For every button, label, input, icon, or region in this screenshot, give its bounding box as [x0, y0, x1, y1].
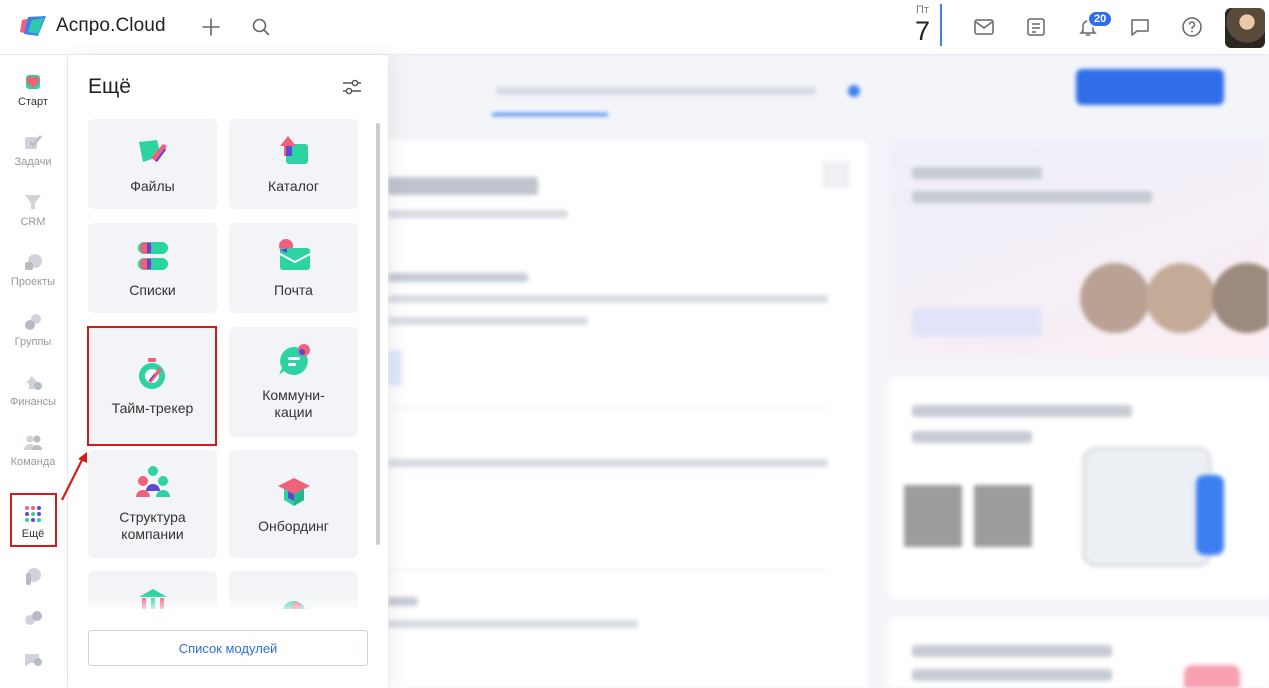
module-tile-lists[interactable]: Списки — [88, 223, 217, 313]
module-tile-files[interactable]: Файлы — [88, 119, 217, 209]
search-icon[interactable] — [248, 14, 274, 40]
sidebar-item-tasks[interactable]: Задачи — [0, 127, 66, 183]
sidebar-item-start[interactable]: Старт — [0, 67, 66, 123]
sidebar-item-label: Группы — [14, 336, 52, 348]
tile-label: Списки — [129, 281, 176, 298]
groups-icon — [25, 314, 41, 330]
avatar[interactable] — [1225, 8, 1265, 48]
sidebar-item-label: Проекты — [10, 276, 56, 288]
structure-icon — [135, 466, 170, 497]
mail-icon — [278, 238, 310, 270]
onboarding-icon — [277, 477, 310, 506]
panel-title: Ещё — [88, 75, 131, 98]
app-name: Аспро.Cloud — [56, 15, 166, 36]
background-dashboard — [388, 55, 1269, 688]
extra-module-icon[interactable] — [22, 607, 44, 629]
module-tile-onboarding[interactable]: Онбординг — [229, 450, 358, 558]
tile-label: Каталог — [268, 177, 319, 194]
sidebar-item-label: CRM — [20, 216, 46, 228]
date-weekday: Пт — [916, 4, 929, 16]
app-logo[interactable]: Аспро.Cloud — [18, 14, 166, 38]
heart-icon — [26, 75, 40, 89]
date-widget[interactable]: Пт 7 — [912, 4, 942, 46]
sidebar-item-groups[interactable]: Группы — [0, 307, 66, 363]
sidebar-item-label: Финансы — [9, 396, 57, 408]
module-list-button[interactable]: Список модулей — [88, 630, 368, 666]
panel-scrollbar[interactable] — [376, 123, 380, 545]
top-bar: Аспро.Cloud Пт 7 20 — [0, 0, 1269, 55]
tile-label: Структура компании — [119, 509, 186, 542]
tile-label: Файлы — [130, 177, 175, 194]
sidebar-rail: Старт Задачи CRM Проекты Группы Финансы — [0, 55, 68, 688]
sidebar-item-label: Старт — [18, 96, 48, 108]
tile-label: Коммуни-кации — [262, 387, 325, 420]
highlight-box-time-tracker — [87, 326, 217, 446]
tile-label: Онбординг — [258, 517, 329, 534]
sidebar-item-crm[interactable]: CRM — [0, 187, 66, 243]
catalog-icon — [279, 135, 308, 164]
mail-icon[interactable] — [971, 14, 997, 40]
settings-sliders-icon[interactable] — [341, 76, 363, 98]
sidebar-item-finance[interactable]: Финансы — [0, 367, 66, 423]
extra-module-icon[interactable] — [22, 565, 44, 587]
highlight-box-more — [10, 493, 57, 547]
module-tile-mail[interactable]: Почта — [229, 223, 358, 313]
aspro-logo-icon — [20, 16, 46, 36]
chat-icon[interactable] — [1127, 14, 1153, 40]
add-icon[interactable] — [198, 14, 224, 40]
extra-module-icon[interactable] — [22, 649, 44, 671]
tasks-icon — [25, 135, 42, 149]
tile-label: Почта — [274, 281, 313, 298]
finance-icon — [26, 376, 42, 390]
sidebar-item-label: Команда — [10, 456, 56, 468]
sidebar-item-label: Задачи — [14, 156, 52, 168]
lists-icon — [137, 241, 168, 270]
help-icon[interactable] — [1179, 14, 1205, 40]
module-tile-communications[interactable]: Коммуни-кации — [229, 327, 358, 437]
module-tile-catalog[interactable]: Каталог — [229, 119, 358, 209]
module-tile-company-structure[interactable]: Структура компании — [88, 450, 217, 558]
projects-icon — [25, 254, 42, 270]
annotation-arrow-icon — [61, 452, 87, 501]
crm-funnel-icon — [25, 195, 41, 209]
chat-icon — [278, 344, 310, 375]
sidebar-item-projects[interactable]: Проекты — [0, 247, 66, 303]
team-icon — [24, 435, 42, 450]
date-day: 7 — [915, 16, 931, 46]
notifications-badge: 20 — [1087, 10, 1114, 28]
notes-icon[interactable] — [1023, 14, 1049, 40]
scroll-fade — [68, 595, 376, 615]
files-icon — [138, 139, 167, 162]
